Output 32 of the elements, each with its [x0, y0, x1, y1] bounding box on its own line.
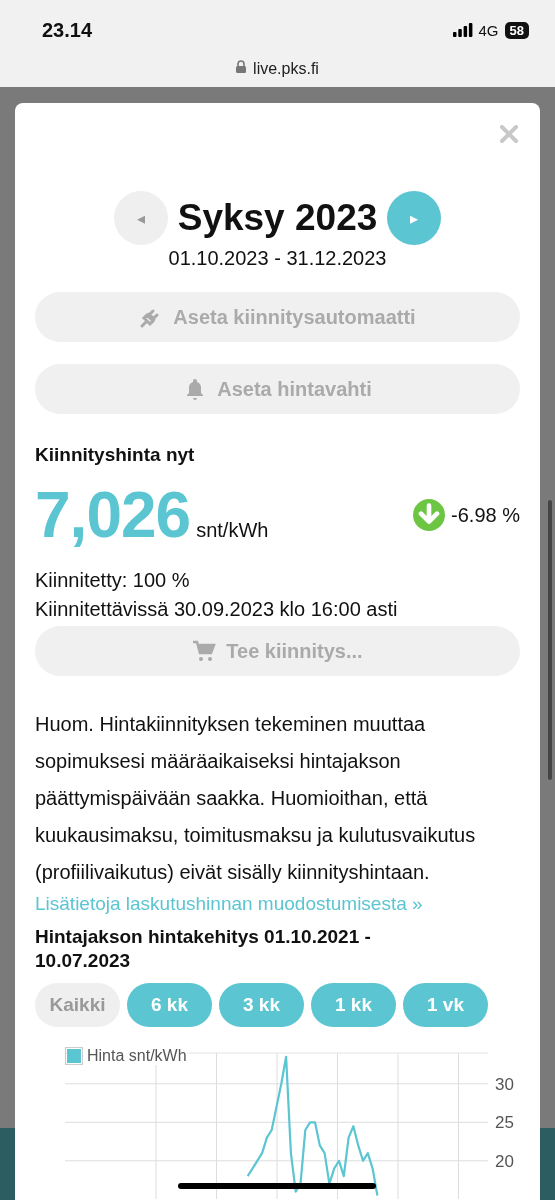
range-tab[interactable]: 3 kk — [219, 983, 304, 1027]
url-text[interactable]: live.pks.fi — [253, 60, 319, 78]
next-button[interactable]: ▸ — [387, 191, 442, 245]
chart-heading: Hintajakson hintakehitys 01.10.2021 - 10.07.2023 — [35, 925, 372, 973]
period-title: Syksy 2023 — [177, 197, 378, 239]
close-button[interactable] — [500, 125, 518, 143]
range-tab[interactable]: 1 vk — [403, 983, 488, 1027]
home-indicator[interactable] — [178, 1183, 376, 1189]
period-dates: 01.10.2023 - 31.12.2023 — [167, 247, 388, 270]
info-link[interactable]: Lisätietoja laskutushinnan muodostumisesta » — [35, 893, 520, 915]
axis-tick-label: 20 — [495, 1151, 514, 1171]
price-unit: snt/kWh — [196, 519, 269, 542]
price-value: 7,026 — [35, 478, 191, 552]
range-tab[interactable]: 6 kk — [127, 983, 212, 1027]
clock: 23.14 — [42, 18, 93, 42]
lock-icon — [236, 60, 247, 73]
close-icon — [500, 125, 518, 143]
legend-label: Hinta snt/kWh — [87, 1047, 187, 1065]
range-tab[interactable]: 1 kk — [311, 983, 396, 1027]
deadline-text: Kiinnitettävissä 30.09.2023 klo 16:00 asti — [35, 597, 399, 622]
network-label: 4G — [478, 21, 499, 39]
cart-icon — [192, 639, 217, 663]
price-change: -6.98 % — [451, 503, 520, 527]
range-tab[interactable]: Kaikki — [35, 983, 120, 1027]
fixed-share: Kiinnitetty: 100 % — [35, 568, 191, 593]
axis-tick-label: 25 — [495, 1113, 514, 1133]
axis-tick-label: 30 — [495, 1074, 514, 1094]
signal-icon — [452, 23, 473, 37]
battery-icon: 58 — [504, 21, 529, 39]
section-heading: Kiinnityshinta nyt — [35, 444, 196, 466]
scrollbar[interactable] — [548, 500, 552, 780]
notice-text: Huom. Hintakiinnityksen tekeminen muuttaa sopimuksesi määräaikaiseksi hintajakson päättymispäivään saakka. Huomioithan, että kuukausimaksu, toimitusmaksu ja kulutusvaikutus (profiilivaikutus) eivät sisälly kiinnityshintaan. — [35, 712, 477, 885]
